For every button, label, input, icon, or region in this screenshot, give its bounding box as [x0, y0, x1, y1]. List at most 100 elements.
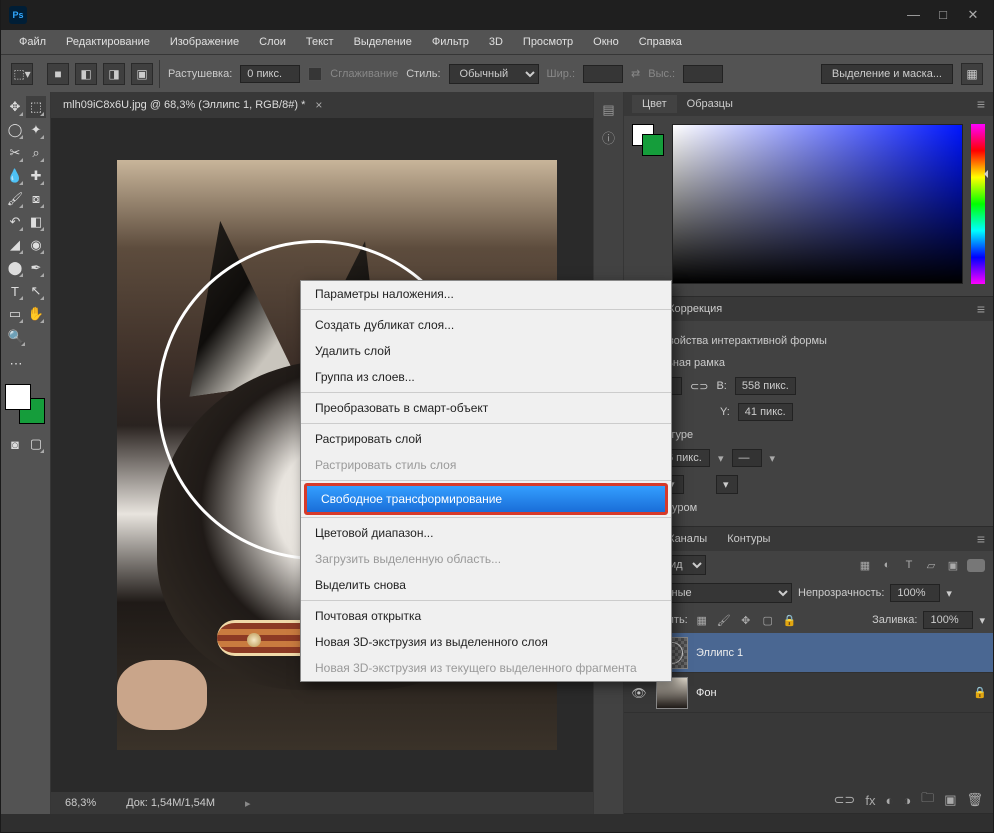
- context-item[interactable]: Создать дубликат слоя...: [301, 312, 671, 338]
- delete-layer-icon[interactable]: 🗑: [966, 792, 983, 808]
- filter-type-icon[interactable]: T: [901, 559, 917, 572]
- context-item[interactable]: Параметры наложения...: [301, 281, 671, 307]
- prop-y[interactable]: 41 пикс.: [738, 403, 793, 421]
- screenmode-icon[interactable]: ▢: [26, 433, 46, 455]
- filter-shape-icon[interactable]: ▱: [923, 559, 939, 572]
- context-item[interactable]: Преобразовать в смарт-объект: [301, 395, 671, 421]
- menu-3d[interactable]: 3D: [481, 33, 511, 51]
- add-selection-icon[interactable]: ◧: [75, 63, 97, 85]
- link-icon[interactable]: ⊂⊃: [690, 380, 708, 393]
- subtract-selection-icon[interactable]: ◨: [103, 63, 125, 85]
- lasso-tool[interactable]: ◯: [5, 119, 25, 141]
- lock-position-icon[interactable]: ✥: [738, 614, 754, 627]
- layer-item[interactable]: 👁 Эллипс 1: [624, 633, 993, 673]
- new-selection-icon[interactable]: ■: [47, 63, 69, 85]
- tab-swatches[interactable]: Образцы: [677, 95, 743, 113]
- brush-tool[interactable]: 🖌: [5, 188, 25, 210]
- context-item[interactable]: Цветовой диапазон...: [301, 520, 671, 546]
- context-item[interactable]: Почтовая открытка: [301, 603, 671, 629]
- menu-filter[interactable]: Фильтр: [424, 33, 477, 51]
- path-tool[interactable]: ↖: [26, 280, 46, 302]
- magic-wand-tool[interactable]: ✦: [26, 119, 46, 141]
- tab-paths[interactable]: Контуры: [717, 530, 780, 548]
- menu-image[interactable]: Изображение: [162, 33, 247, 51]
- antialias-checkbox[interactable]: [308, 67, 322, 81]
- align-select[interactable]: ▾: [716, 475, 738, 494]
- layer-item[interactable]: 👁 Фон 🔒: [624, 673, 993, 713]
- eraser-tool[interactable]: ◧: [26, 211, 46, 233]
- edit-toolbar-icon[interactable]: ⋯: [5, 353, 27, 375]
- history-brush-tool[interactable]: ↶: [5, 211, 25, 233]
- tab-color[interactable]: Цвет: [632, 95, 677, 113]
- lock-pixels-icon[interactable]: ▦: [694, 614, 710, 627]
- dodge-tool[interactable]: ⬤: [5, 257, 25, 279]
- filter-adjust-icon[interactable]: ◐: [879, 559, 895, 572]
- zoom-tool[interactable]: 🔍: [5, 326, 27, 348]
- panel-menu-icon[interactable]: ≡: [977, 531, 985, 547]
- move-tool[interactable]: ✥: [5, 96, 25, 118]
- feather-input[interactable]: [240, 65, 300, 83]
- minimize-button[interactable]: —: [907, 7, 919, 23]
- lock-brush-icon[interactable]: 🖌: [716, 614, 732, 627]
- adjust-layer-icon[interactable]: ◑: [903, 793, 911, 808]
- context-item[interactable]: Выделить снова: [301, 572, 671, 598]
- color-swatch-pair[interactable]: [632, 124, 664, 156]
- layer-name[interactable]: Эллипс 1: [696, 647, 743, 659]
- blur-tool[interactable]: ◉: [26, 234, 46, 256]
- dock-icon-2[interactable]: ⓘ: [599, 128, 619, 148]
- gradient-tool[interactable]: ◢: [5, 234, 25, 256]
- fx-icon[interactable]: fx: [865, 793, 875, 808]
- menu-select[interactable]: Выделение: [346, 33, 420, 51]
- new-layer-icon[interactable]: ▣: [944, 792, 956, 808]
- select-and-mask-button[interactable]: Выделение и маска...: [821, 64, 953, 84]
- menu-window[interactable]: Окно: [585, 33, 627, 51]
- pen-tool[interactable]: ✒: [26, 257, 46, 279]
- link-layers-icon[interactable]: ⊂⊃: [834, 792, 856, 808]
- lock-icon[interactable]: 🔒: [973, 686, 987, 699]
- quickmask-icon[interactable]: ◙: [5, 433, 25, 455]
- dropper-tool[interactable]: 💧: [5, 165, 25, 187]
- context-item[interactable]: Группа из слоев...: [301, 364, 671, 390]
- panel-menu-icon[interactable]: ≡: [977, 301, 985, 317]
- fill-value[interactable]: 100%: [923, 611, 973, 629]
- workspace-icon[interactable]: ▦: [961, 63, 983, 85]
- menu-layer[interactable]: Слои: [251, 33, 294, 51]
- zoom-level[interactable]: 68,3%: [65, 797, 96, 809]
- context-item[interactable]: Свободное трансформирование: [304, 483, 668, 515]
- hue-slider[interactable]: [971, 124, 985, 284]
- stroke-style[interactable]: —: [732, 449, 762, 467]
- prop-w[interactable]: 558 пикс.: [735, 377, 796, 395]
- menu-edit[interactable]: Редактирование: [58, 33, 158, 51]
- layer-name[interactable]: Фон: [696, 687, 717, 699]
- context-item[interactable]: Новая 3D-экструзия из выделенного слоя: [301, 629, 671, 655]
- color-swatches[interactable]: [5, 384, 45, 424]
- filter-pixel-icon[interactable]: ▦: [857, 559, 873, 572]
- filter-smart-icon[interactable]: ▣: [945, 559, 961, 572]
- panel-menu-icon[interactable]: ≡: [977, 96, 985, 112]
- style-select[interactable]: Обычный: [449, 64, 539, 84]
- foreground-swatch[interactable]: [5, 384, 31, 410]
- shape-tool[interactable]: ▭: [5, 303, 25, 325]
- group-icon[interactable]: 🗀: [921, 789, 934, 811]
- mask-icon[interactable]: ◐: [885, 793, 893, 808]
- hand-tool[interactable]: ✋: [26, 303, 46, 325]
- color-picker[interactable]: [672, 124, 963, 284]
- document-tab[interactable]: mlh09iC8x6U.jpg @ 68,3% (Эллипс 1, RGB/8…: [51, 92, 593, 118]
- stamp-tool[interactable]: ⧇: [26, 188, 46, 210]
- document-close-icon[interactable]: ×: [315, 98, 322, 112]
- close-button[interactable]: ✕: [967, 7, 979, 23]
- opacity-value[interactable]: 100%: [890, 584, 940, 602]
- dock-icon-1[interactable]: ▤: [599, 102, 619, 122]
- context-item[interactable]: Удалить слой: [301, 338, 671, 364]
- type-tool[interactable]: T: [5, 280, 25, 302]
- intersect-selection-icon[interactable]: ▣: [131, 63, 153, 85]
- lock-artboard-icon[interactable]: ▢: [760, 614, 776, 627]
- menu-file[interactable]: Файл: [11, 33, 54, 51]
- crop-tool[interactable]: ✂: [5, 142, 25, 164]
- maximize-button[interactable]: □: [937, 7, 949, 23]
- filter-toggle[interactable]: [967, 559, 985, 572]
- healing-tool[interactable]: ✚: [26, 165, 46, 187]
- lock-all-icon[interactable]: 🔒: [782, 614, 798, 627]
- marquee-tool[interactable]: ⬚: [26, 96, 46, 118]
- visibility-icon[interactable]: 👁: [630, 686, 648, 700]
